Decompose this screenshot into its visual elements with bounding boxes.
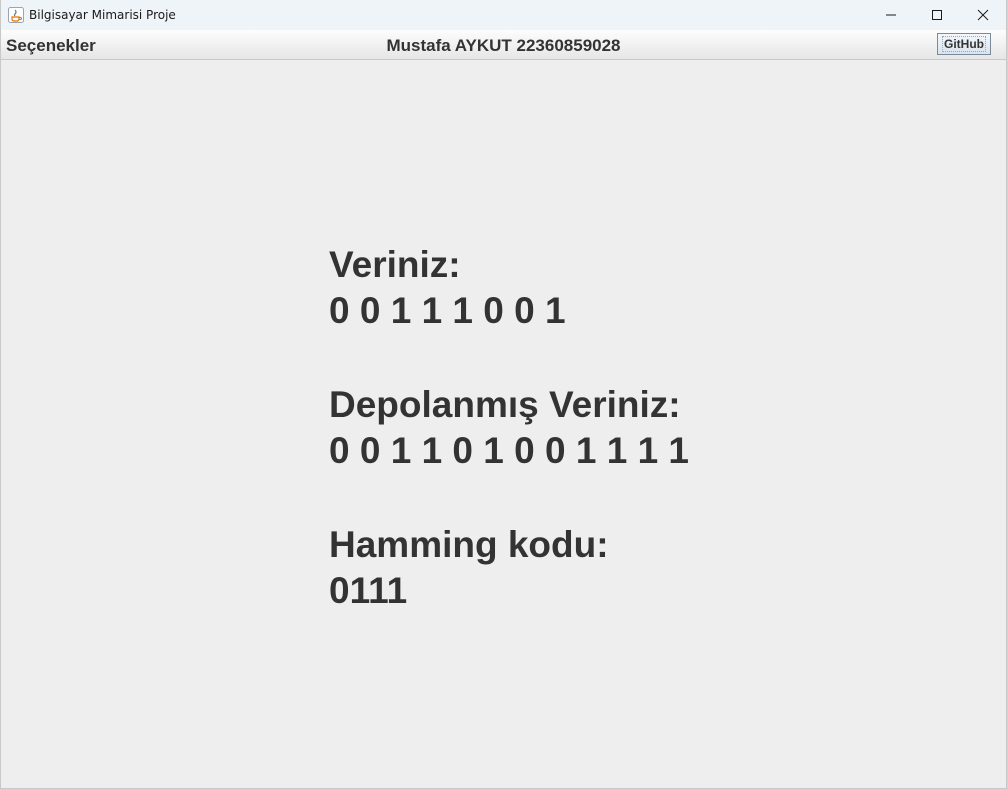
github-button-label: GitHub bbox=[942, 36, 986, 52]
options-menu[interactable]: Seçenekler bbox=[6, 36, 96, 56]
data-heading: Veriniz: bbox=[329, 244, 461, 285]
menu-bar: Seçenekler Mustafa AYKUT 22360859028 Git… bbox=[1, 30, 1006, 60]
stored-data-value: 0 0 1 1 0 1 0 0 1 1 1 1 bbox=[329, 430, 690, 471]
window-controls bbox=[868, 0, 1006, 30]
close-button[interactable] bbox=[960, 0, 1006, 30]
hamming-code-heading: Hamming kodu: bbox=[329, 524, 609, 565]
author-label: Mustafa AYKUT 22360859028 bbox=[386, 36, 621, 55]
minimize-icon bbox=[886, 14, 896, 16]
hamming-code-value: 0111 bbox=[329, 570, 408, 611]
minimize-button[interactable] bbox=[868, 0, 914, 30]
main-content: Veriniz: 0 0 1 1 1 0 0 1 Depolanmış Veri… bbox=[329, 242, 689, 614]
data-value: 0 0 1 1 1 0 0 1 bbox=[329, 290, 566, 331]
maximize-button[interactable] bbox=[914, 0, 960, 30]
stored-data-heading: Depolanmış Veriniz: bbox=[329, 384, 681, 425]
maximize-icon bbox=[932, 10, 942, 20]
close-icon bbox=[977, 9, 989, 21]
github-button[interactable]: GitHub bbox=[937, 33, 991, 55]
window-title: Bilgisayar Mimarisi Proje bbox=[29, 8, 176, 22]
title-bar[interactable]: Bilgisayar Mimarisi Proje bbox=[1, 0, 1006, 30]
java-icon bbox=[8, 7, 24, 23]
app-window: Bilgisayar Mimarisi Proje Seçenekler Mus… bbox=[0, 0, 1007, 789]
